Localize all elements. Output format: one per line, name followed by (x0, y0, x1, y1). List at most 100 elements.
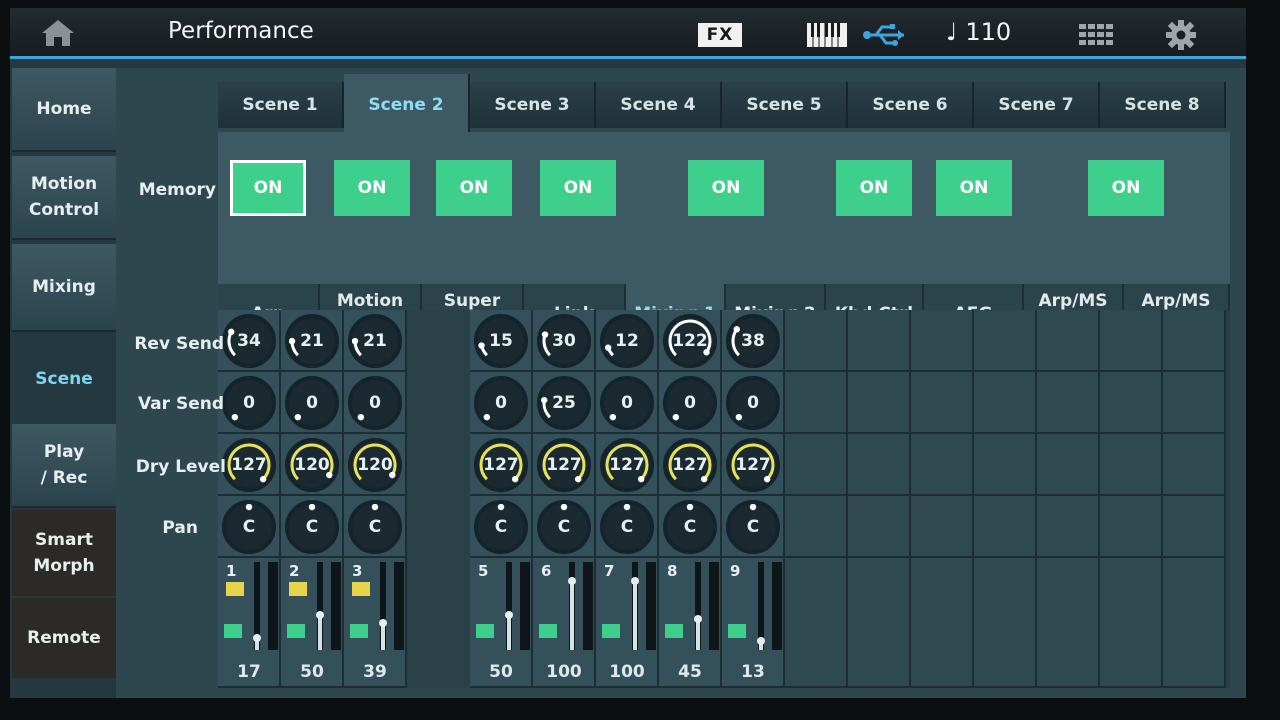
memory-on-button[interactable]: ON (540, 160, 616, 216)
volume-value: 100 (546, 662, 582, 682)
dry-level-knob[interactable]: 127 (474, 438, 528, 492)
mixer-empty-cell (848, 496, 911, 558)
rev-send-knob[interactable]: 38 (726, 314, 780, 368)
var-send-knob[interactable]: 25 (537, 376, 591, 430)
rev-send-knob[interactable]: 21 (348, 314, 402, 368)
var-send-knob[interactable]: 0 (285, 376, 339, 430)
volume-fader-handle[interactable] (757, 636, 765, 645)
rev-send-knob[interactable]: 34 (222, 314, 276, 368)
fx-button[interactable]: FX (698, 23, 742, 47)
memory-on-button[interactable]: ON (1088, 160, 1164, 216)
part-on-indicator[interactable] (224, 624, 242, 638)
rev-send-knob[interactable]: 122 (663, 314, 717, 368)
volume-fader-handle[interactable] (631, 576, 639, 585)
part-on-indicator[interactable] (728, 624, 746, 638)
tempo-value: 110 (965, 18, 1012, 46)
var-send-knob-value: 0 (621, 393, 633, 413)
dry-level-knob-value: 120 (294, 455, 330, 475)
level-meter (772, 562, 782, 650)
pan-knob-value: C (305, 517, 319, 537)
sidebar-item-play-rec[interactable]: Play / Rec (12, 424, 116, 508)
var-send-knob[interactable]: 0 (348, 376, 402, 430)
rev-send-knob[interactable]: 12 (600, 314, 654, 368)
var-send-knob[interactable]: 0 (222, 376, 276, 430)
rev-send-knob[interactable]: 30 (537, 314, 591, 368)
dry-level-knob[interactable]: 120 (348, 438, 402, 492)
sidebar-item-scene[interactable]: Scene (12, 336, 116, 422)
main-panel: Scene 1 Scene 2 Scene 3 Scene 4 Scene 5 Scene… (116, 68, 1246, 698)
grid-icon[interactable] (1078, 22, 1116, 48)
gear-icon[interactable] (1166, 20, 1196, 50)
part-on-indicator[interactable] (665, 624, 683, 638)
level-meter (520, 562, 530, 650)
dry-level-knob-value: 127 (231, 455, 267, 475)
part-number: 7 (604, 562, 615, 580)
dry-level-knob[interactable]: 127 (537, 438, 591, 492)
sidebar-item-home[interactable]: Home (12, 68, 116, 152)
part-on-indicator[interactable] (350, 624, 368, 638)
part-on-indicator[interactable] (539, 624, 557, 638)
tab-scene-6[interactable]: Scene 6 (848, 82, 974, 128)
rev-send-label: Rev Send (134, 334, 224, 354)
volume-fader-handle[interactable] (379, 618, 387, 627)
pan-knob-value: C (746, 517, 760, 537)
pan-knob[interactable]: C (663, 500, 717, 554)
pan-knob-value: C (494, 517, 508, 537)
tab-scene-2[interactable]: Scene 2 (344, 74, 470, 134)
sidebar-item-smart-morph[interactable]: Smart Morph (12, 510, 116, 596)
mixer-empty-cell (1163, 372, 1226, 434)
dry-level-knob-value: 127 (483, 455, 519, 475)
var-send-knob[interactable]: 0 (726, 376, 780, 430)
mixer-gap-column (407, 310, 470, 688)
tab-scene-4[interactable]: Scene 4 (596, 82, 722, 128)
volume-value: 13 (741, 662, 765, 682)
pan-knob[interactable]: C (348, 500, 402, 554)
memory-on-button[interactable]: ON (836, 160, 912, 216)
pan-knob-value: C (683, 517, 697, 537)
memory-on-button[interactable]: ON (230, 160, 306, 216)
part-on-indicator[interactable] (476, 624, 494, 638)
var-send-knob[interactable]: 0 (474, 376, 528, 430)
memory-on-button[interactable]: ON (436, 160, 512, 216)
pan-knob[interactable]: C (222, 500, 276, 554)
rev-send-knob[interactable]: 15 (474, 314, 528, 368)
tab-scene-3[interactable]: Scene 3 (470, 82, 596, 128)
sidebar-item-mixing[interactable]: Mixing (12, 244, 116, 332)
pan-knob[interactable]: C (600, 500, 654, 554)
rev-send-knob[interactable]: 21 (285, 314, 339, 368)
pan-knob[interactable]: C (726, 500, 780, 554)
mixer-empty-cell (1100, 372, 1163, 434)
part-on-indicator[interactable] (287, 624, 305, 638)
dry-level-knob[interactable]: 127 (663, 438, 717, 492)
tab-scene-1[interactable]: Scene 1 (218, 82, 344, 128)
volume-fader-handle[interactable] (694, 614, 702, 623)
memory-on-button[interactable]: ON (936, 160, 1012, 216)
pan-knob[interactable]: C (285, 500, 339, 554)
dry-level-knob[interactable]: 127 (222, 438, 276, 492)
var-send-knob[interactable]: 0 (663, 376, 717, 430)
dry-level-knob-value: 127 (735, 455, 771, 475)
sidebar-item-motion-control[interactable]: Motion Control (12, 156, 116, 240)
tab-scene-5[interactable]: Scene 5 (722, 82, 848, 128)
keyboard-icon[interactable] (806, 22, 848, 48)
volume-fader-handle[interactable] (568, 576, 576, 585)
pan-knob-value: C (242, 517, 256, 537)
var-send-knob[interactable]: 0 (600, 376, 654, 430)
part-on-indicator[interactable] (602, 624, 620, 638)
pan-knob[interactable]: C (537, 500, 591, 554)
dry-level-knob[interactable]: 120 (285, 438, 339, 492)
dry-level-knob[interactable]: 127 (726, 438, 780, 492)
dry-level-knob[interactable]: 127 (600, 438, 654, 492)
tempo-display[interactable]: ♩ 110 (946, 18, 1011, 46)
memory-on-button[interactable]: ON (688, 160, 764, 216)
home-icon[interactable] (40, 18, 76, 48)
level-meter (709, 562, 719, 650)
level-meter (268, 562, 278, 650)
rev-send-knob-value: 21 (363, 331, 387, 351)
tab-scene-8[interactable]: Scene 8 (1100, 82, 1226, 128)
pan-knob[interactable]: C (474, 500, 528, 554)
top-bar: Performance FX ♩ 110 (10, 8, 1246, 56)
sidebar-item-remote[interactable]: Remote (12, 598, 116, 678)
tab-scene-7[interactable]: Scene 7 (974, 82, 1100, 128)
memory-on-button[interactable]: ON (334, 160, 410, 216)
